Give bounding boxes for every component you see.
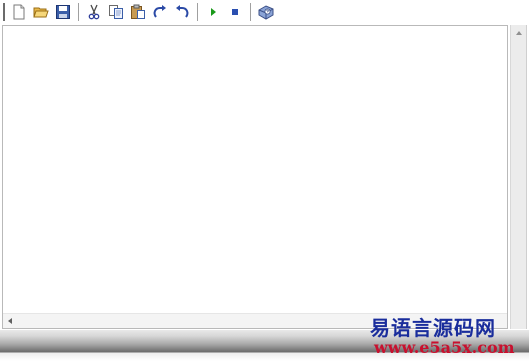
save-button[interactable] xyxy=(53,2,73,22)
new-file-button[interactable] xyxy=(9,2,29,22)
help-button[interactable] xyxy=(256,2,276,22)
run-button[interactable] xyxy=(203,2,223,22)
toolbar-grip[interactable] xyxy=(3,3,5,21)
toolbar-separator xyxy=(250,3,251,21)
redo-button[interactable] xyxy=(150,2,170,22)
redo-icon xyxy=(153,5,166,18)
paste-icon xyxy=(131,4,145,19)
new-file-icon xyxy=(13,4,25,20)
play-icon xyxy=(211,8,216,16)
folder-open-icon xyxy=(33,7,49,18)
open-file-button[interactable] xyxy=(31,2,51,22)
paste-button[interactable] xyxy=(128,2,148,22)
toolbar-separator xyxy=(197,3,198,21)
watermark-title: 易语言源码网 xyxy=(370,316,496,340)
editor-text-area[interactable] xyxy=(3,26,507,313)
save-icon xyxy=(56,5,70,19)
watermark-url: www.e5a5x.com xyxy=(374,338,515,357)
scroll-up-arrow-icon[interactable] xyxy=(516,31,522,35)
scroll-left-arrow-icon[interactable] xyxy=(8,318,12,324)
vertical-scrollbar[interactable] xyxy=(510,25,527,329)
copy-button[interactable] xyxy=(106,2,126,22)
scissors-icon xyxy=(88,4,100,20)
stop-button[interactable] xyxy=(225,2,245,22)
undo-icon xyxy=(176,5,189,18)
editor-window: 易语言源码网 www.e5a5x.com xyxy=(0,0,529,361)
undo-button[interactable] xyxy=(172,2,192,22)
toolbar xyxy=(0,0,529,24)
copy-icon xyxy=(109,5,123,19)
stop-icon xyxy=(232,9,238,15)
cut-button[interactable] xyxy=(84,2,104,22)
code-editor[interactable] xyxy=(2,25,508,329)
watermark: 易语言源码网 www.e5a5x.com xyxy=(362,312,522,360)
help-book-icon xyxy=(258,5,274,20)
toolbar-separator xyxy=(78,3,79,21)
